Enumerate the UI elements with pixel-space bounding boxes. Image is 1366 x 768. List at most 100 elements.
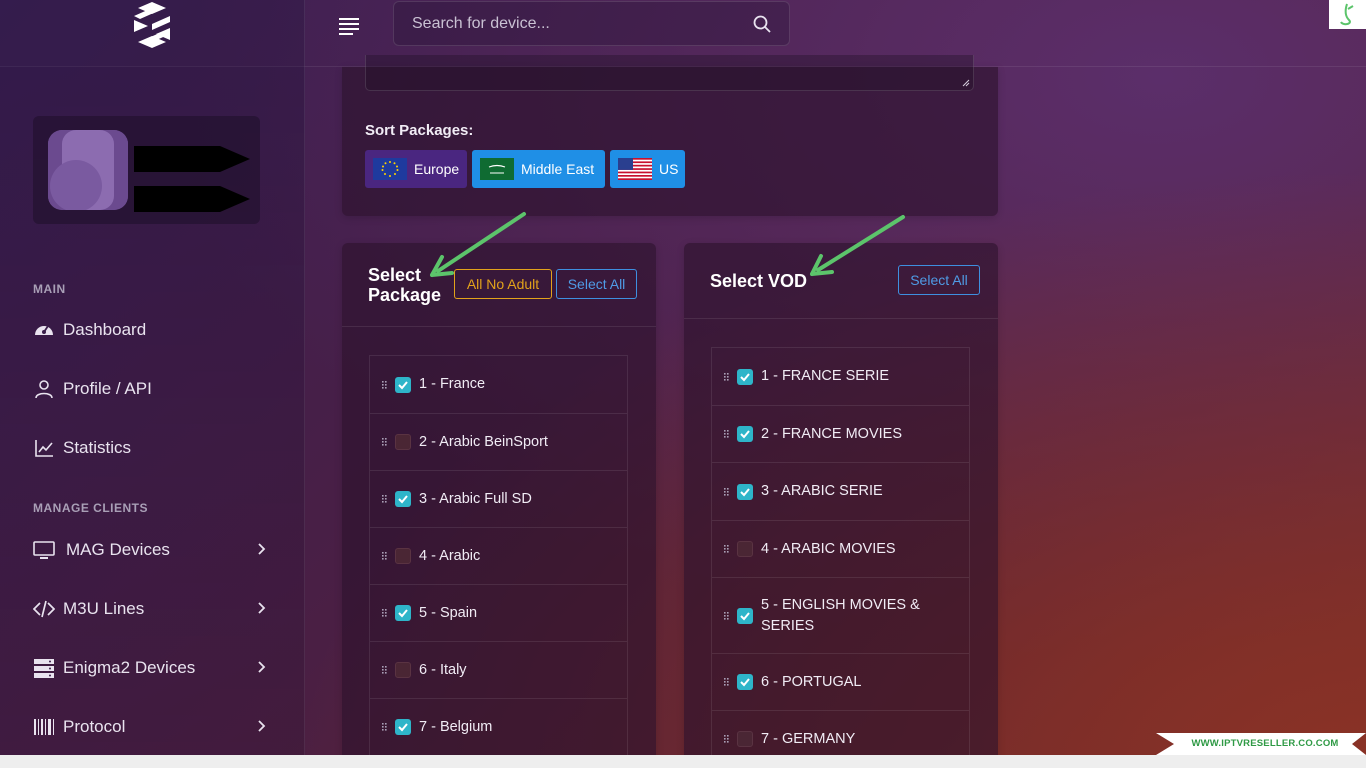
logo-icon[interactable] (130, 2, 174, 48)
resize-grip-icon[interactable] (962, 79, 970, 87)
item-label: 1 - France (419, 374, 485, 395)
item-checkbox[interactable] (395, 376, 411, 393)
item-label-text: 7 - Belgium (419, 718, 493, 735)
drag-handle-icon[interactable] (723, 611, 729, 621)
sidebar: MAIN Dashboard Profile / API Statistics … (0, 67, 305, 755)
drag-handle-icon[interactable] (381, 551, 387, 561)
drag-handle-icon[interactable] (723, 372, 729, 382)
sidebar-item-m3u-lines[interactable]: M3U Lines (33, 589, 273, 629)
chevron-right-icon (258, 661, 266, 673)
sort-middle-east-button[interactable]: Middle East (472, 150, 605, 188)
drag-handle-icon[interactable] (723, 429, 729, 439)
menu-toggle-icon[interactable] (337, 14, 361, 36)
item-label: 1 - FRANCE SERIE (761, 366, 889, 387)
item-checkbox[interactable] (395, 491, 411, 507)
drag-handle-icon[interactable] (381, 722, 387, 732)
search-icon[interactable] (753, 15, 771, 33)
sidebar-item-enigma2-devices[interactable]: Enigma2 Devices (33, 648, 273, 688)
sort-button-label: Europe (414, 161, 460, 177)
package-select-all-button[interactable]: Select All (556, 269, 637, 299)
list-item[interactable]: 5 - ENGLISH MOVIES & SERIES (712, 578, 969, 654)
item-checkbox[interactable] (737, 426, 753, 442)
notes-textarea[interactable] (365, 55, 974, 91)
item-label: 7 - GERMANY (761, 729, 855, 750)
us-flag-icon (618, 158, 652, 180)
item-checkbox[interactable] (737, 368, 753, 385)
item-checkbox[interactable] (395, 434, 411, 450)
monitor-icon (33, 539, 55, 561)
drag-handle-icon[interactable] (381, 494, 387, 504)
sidebar-item-label: Dashboard (63, 320, 147, 339)
drag-handle-icon[interactable] (723, 734, 729, 744)
item-checkbox[interactable] (395, 719, 411, 735)
item-checkbox[interactable] (737, 674, 753, 690)
list-item[interactable]: 3 - ARABIC SERIE (712, 463, 969, 521)
select-package-title: Select Package (368, 265, 441, 305)
item-label-text: 3 - Arabic Full SD (419, 490, 532, 507)
item-checkbox[interactable] (737, 483, 753, 500)
server-icon (33, 657, 55, 679)
sort-button-label: US (659, 161, 679, 177)
item-label: 5 - Spain (419, 603, 477, 624)
list-item[interactable]: 1 - France (370, 356, 627, 414)
sort-europe-button[interactable]: Europe (365, 150, 467, 188)
drag-handle-icon[interactable] (381, 437, 387, 447)
item-checkbox[interactable] (395, 662, 411, 678)
check-icon (398, 495, 408, 504)
saudi-flag-icon (480, 158, 514, 180)
item-label: 6 - PORTUGAL (761, 672, 861, 693)
avatar[interactable] (48, 130, 128, 210)
leaf-icon (1340, 3, 1354, 26)
chevron-right-icon (258, 720, 266, 732)
item-label-text: 1 - France (419, 376, 486, 392)
item-label-text: 2 - Arabic BeinSport (419, 433, 548, 450)
item-checkbox[interactable] (737, 731, 753, 747)
list-item[interactable]: 2 - FRANCE MOVIES (712, 406, 969, 463)
item-label-text: 6 - Italy (419, 661, 467, 678)
all-no-adult-button[interactable]: All No Adult (454, 269, 552, 299)
vod-select-all-button[interactable]: Select All (898, 265, 980, 295)
item-label: 4 - Arabic (419, 546, 480, 567)
select-vod-title: Select VOD (710, 271, 808, 291)
sort-us-button[interactable]: US (610, 150, 685, 188)
search-box (393, 1, 790, 46)
sidebar-item-dashboard[interactable]: Dashboard (33, 310, 273, 350)
chevron-right-icon (258, 543, 266, 555)
redacted-username-tip (220, 146, 250, 172)
drag-handle-icon[interactable] (381, 608, 387, 618)
list-item[interactable]: 4 - ARABIC MOVIES (712, 521, 969, 578)
sidebar-item-mag-devices[interactable]: MAG Devices (33, 530, 273, 570)
drag-handle-icon[interactable] (723, 544, 729, 554)
item-label: 7 - Belgium (419, 717, 492, 738)
extension-badge[interactable] (1329, 0, 1366, 29)
list-item[interactable]: 4 - Arabic (370, 528, 627, 585)
item-checkbox[interactable] (395, 548, 411, 564)
list-item[interactable]: 5 - Spain (370, 585, 627, 642)
item-checkbox[interactable] (737, 607, 753, 624)
select-package-title-line1: Select (368, 265, 422, 285)
list-item[interactable]: 1 - FRANCE SERIE (712, 348, 969, 406)
check-icon (398, 609, 408, 618)
item-label: 2 - Arabic BeinSport (419, 432, 548, 453)
drag-handle-icon[interactable] (381, 380, 387, 390)
sidebar-item-label: Enigma2 Devices (63, 658, 196, 677)
check-icon (740, 372, 750, 381)
sidebar-item-profile[interactable]: Profile / API (33, 369, 273, 409)
list-item[interactable]: 2 - Arabic BeinSport (370, 414, 627, 471)
list-item[interactable]: 7 - Belgium (370, 699, 627, 756)
list-item[interactable]: 6 - Italy (370, 642, 627, 699)
item-checkbox[interactable] (395, 605, 411, 621)
list-item[interactable]: 6 - PORTUGAL (712, 654, 969, 711)
brand-area (0, 0, 305, 67)
barcode-icon (33, 716, 55, 738)
drag-handle-icon[interactable] (723, 487, 729, 497)
drag-handle-icon[interactable] (381, 665, 387, 675)
drag-handle-icon[interactable] (723, 677, 729, 687)
sidebar-item-statistics[interactable]: Statistics (33, 428, 273, 468)
list-item[interactable]: 3 - Arabic Full SD (370, 471, 627, 528)
item-label-text: 2 - FRANCE MOVIES (761, 425, 902, 442)
search-input[interactable] (394, 2, 754, 45)
item-label: 3 - ARABIC SERIE (761, 481, 883, 502)
sidebar-item-protocol[interactable]: Protocol (33, 707, 273, 747)
item-checkbox[interactable] (737, 541, 753, 557)
